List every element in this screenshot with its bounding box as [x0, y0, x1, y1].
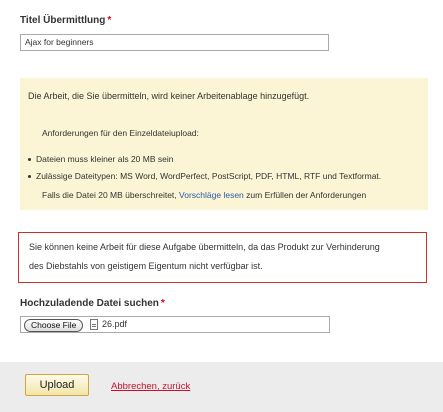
title-label-text: Titel Übermittlung [20, 15, 106, 26]
form-footer: Upload Abbrechen, zurück [0, 362, 443, 412]
error-line-1: Sie können keine Arbeit für diese Aufgab… [29, 242, 380, 252]
document-icon [90, 319, 98, 330]
title-field-label: Titel Übermittlung * [20, 15, 111, 26]
cancel-link[interactable]: Abbrechen, zurück [111, 381, 190, 392]
error-line-2: des Diebstahls von geistigem Eigentum ni… [29, 261, 263, 271]
error-message-box: Sie können keine Arbeit für diese Aufgab… [18, 232, 427, 283]
bullet-icon [28, 175, 31, 179]
notice-text: Die Arbeit, die Sie übermitteln, wird ke… [28, 91, 310, 101]
title-input-value: Ajax for beginners [25, 37, 94, 47]
requirement-item: Dateien muss kleiner als 20 MB sein [28, 154, 173, 164]
file-input[interactable]: Choose File 26.pdf [20, 316, 330, 333]
footnote-before: Falls die Datei 20 MB überschreitet, [42, 190, 177, 200]
choose-file-button[interactable]: Choose File [24, 319, 84, 332]
requirements-footnote: Falls die Datei 20 MB überschreitet, Vor… [42, 190, 366, 200]
footnote-after: zum Erfüllen der Anforderungen [246, 190, 367, 200]
file-label-text: Hochzuladende Datei suchen [20, 298, 159, 309]
suggestions-link[interactable]: Vorschläge lesen [179, 190, 244, 200]
requirement-item-text: Zulässige Dateitypen: MS Word, WordPerfe… [36, 171, 382, 181]
required-asterisk: * [160, 298, 165, 309]
requirements-heading: Anforderungen für den Einzeldateiupload: [42, 128, 199, 138]
selected-file-name: 26.pdf [102, 319, 128, 329]
bullet-icon [28, 158, 31, 162]
upload-form: Titel Übermittlung * Ajax for beginners D… [0, 0, 443, 412]
upload-button[interactable]: Upload [25, 374, 89, 396]
requirements-box: Anforderungen für den Einzeldateiupload:… [20, 116, 428, 210]
title-input[interactable]: Ajax for beginners [20, 34, 329, 51]
requirement-item-text: Dateien muss kleiner als 20 MB sein [36, 154, 174, 164]
file-field-label: Hochzuladende Datei suchen * [20, 298, 165, 309]
requirement-item: Zulässige Dateitypen: MS Word, WordPerfe… [28, 171, 381, 181]
required-asterisk: * [107, 15, 112, 26]
